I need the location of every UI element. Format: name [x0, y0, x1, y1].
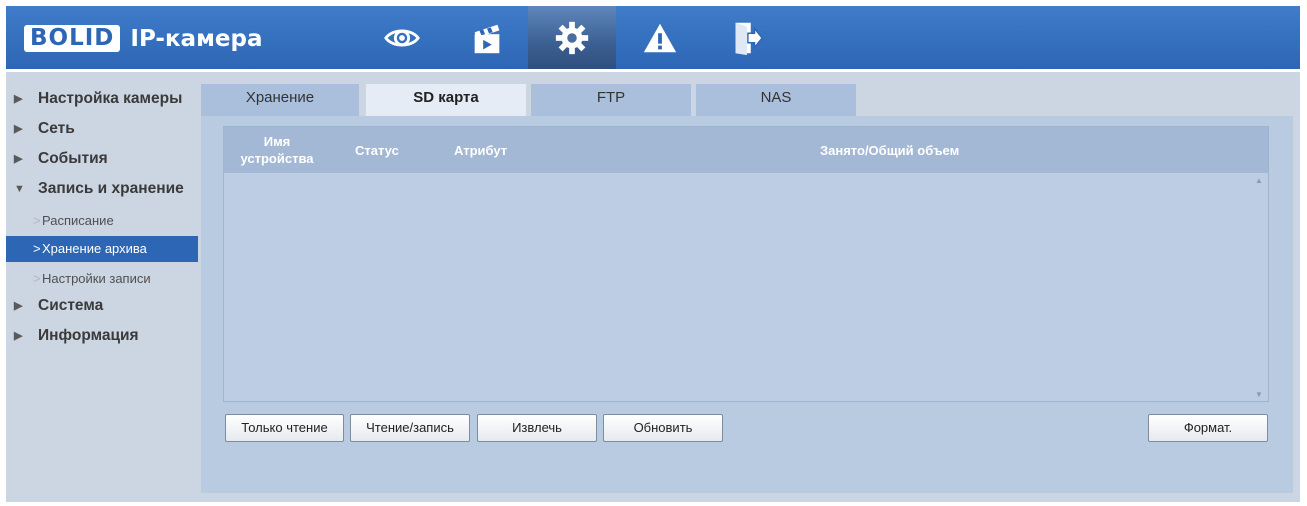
sd-card-table: Имя устройства Статус Атрибут Занято/Общ… — [223, 126, 1269, 402]
expand-arrow-icon: ▶ — [14, 153, 23, 165]
nav-settings[interactable] — [528, 6, 616, 69]
expand-arrow-icon: ▶ — [14, 300, 23, 312]
logo-brand: BOLID — [24, 25, 121, 52]
column-header-status: Статус — [355, 142, 399, 158]
sidebar-subitem-schedule[interactable]: > Расписание — [6, 206, 198, 235]
column-header-attribute: Атрибут — [454, 142, 508, 158]
sidebar-item-label: Запись и хранение — [38, 180, 184, 197]
sidebar-item-system[interactable]: ▶ Система — [6, 293, 198, 323]
sidebar-item-label: Сеть — [38, 120, 75, 137]
table-scrollbar[interactable]: ▲ ▼ — [1252, 175, 1266, 401]
format-button[interactable]: Формат. — [1148, 414, 1268, 442]
sidebar-subitem-record-settings[interactable]: > Настройки записи — [6, 264, 198, 293]
tab-ftp[interactable]: FTP — [531, 84, 691, 116]
nav-live-view[interactable] — [358, 6, 446, 69]
sidebar-item-label: Система — [38, 297, 104, 314]
read-only-button[interactable]: Только чтение — [225, 414, 344, 442]
clapperboard-icon — [474, 24, 500, 53]
gear-icon — [555, 21, 589, 54]
sidebar-subitem-label: Хранение архива — [42, 241, 147, 256]
nav-playback[interactable] — [443, 6, 531, 69]
chevron-right-icon: > — [33, 241, 41, 256]
eject-button[interactable]: Извлечь — [477, 414, 597, 442]
sidebar-item-events[interactable]: ▶ События — [6, 146, 198, 176]
sidebar-item-label: Настройка камеры — [38, 90, 183, 107]
column-header-name-line2: устройства — [240, 151, 314, 166]
sidebar-item-network[interactable]: ▶ Сеть — [6, 116, 198, 146]
exit-icon — [735, 22, 764, 55]
nav-alarm[interactable] — [616, 6, 704, 69]
chevron-right-icon: > — [33, 271, 41, 286]
column-header-usage: Занято/Общий объем — [820, 142, 960, 158]
read-write-button[interactable]: Чтение/запись — [350, 414, 470, 442]
sidebar-subitem-archive-storage[interactable]: > Хранение архива — [6, 236, 198, 262]
tab-storage[interactable]: Хранение — [201, 84, 359, 116]
refresh-button[interactable]: Обновить — [603, 414, 723, 442]
expand-arrow-icon: ▶ — [14, 123, 23, 135]
expand-arrow-icon: ▶ — [14, 93, 23, 105]
column-header-device-name: Имя устройства — [232, 127, 322, 173]
collapse-arrow-icon: ▼ — [14, 183, 25, 195]
scroll-down-icon[interactable]: ▼ — [1252, 389, 1266, 401]
sidebar-item-label: События — [38, 150, 108, 167]
tab-sd-card[interactable]: SD карта — [366, 84, 526, 116]
expand-arrow-icon: ▶ — [14, 330, 23, 342]
chevron-right-icon: > — [33, 213, 41, 228]
sidebar-subitem-label: Расписание — [42, 213, 114, 228]
scroll-up-icon[interactable]: ▲ — [1252, 175, 1266, 187]
sidebar-subitem-label: Настройки записи — [42, 271, 151, 286]
brand-logo: BOLID IP-камера — [24, 25, 262, 52]
sidebar-item-information[interactable]: ▶ Информация — [6, 323, 198, 353]
app-root: BOLID IP-камера ▶ Настройка камеры ▶ Сет… — [0, 0, 1307, 506]
table-header: Имя устройства Статус Атрибут Занято/Общ… — [224, 127, 1268, 173]
warning-icon — [643, 23, 677, 52]
logo-title: IP-камера — [130, 25, 263, 52]
nav-logout[interactable] — [702, 6, 790, 69]
sidebar-item-label: Информация — [38, 327, 139, 344]
column-header-name-line1: Имя — [263, 134, 291, 149]
sidebar-item-camera-settings[interactable]: ▶ Настройка камеры — [6, 86, 198, 116]
tab-nas[interactable]: NAS — [696, 84, 856, 116]
sidebar-item-record-storage[interactable]: ▼ Запись и хранение — [6, 176, 198, 206]
eye-icon — [384, 28, 420, 47]
header-bar: BOLID IP-камера — [6, 6, 1300, 69]
sidebar: ▶ Настройка камеры ▶ Сеть ▶ События ▼ За… — [6, 86, 198, 353]
